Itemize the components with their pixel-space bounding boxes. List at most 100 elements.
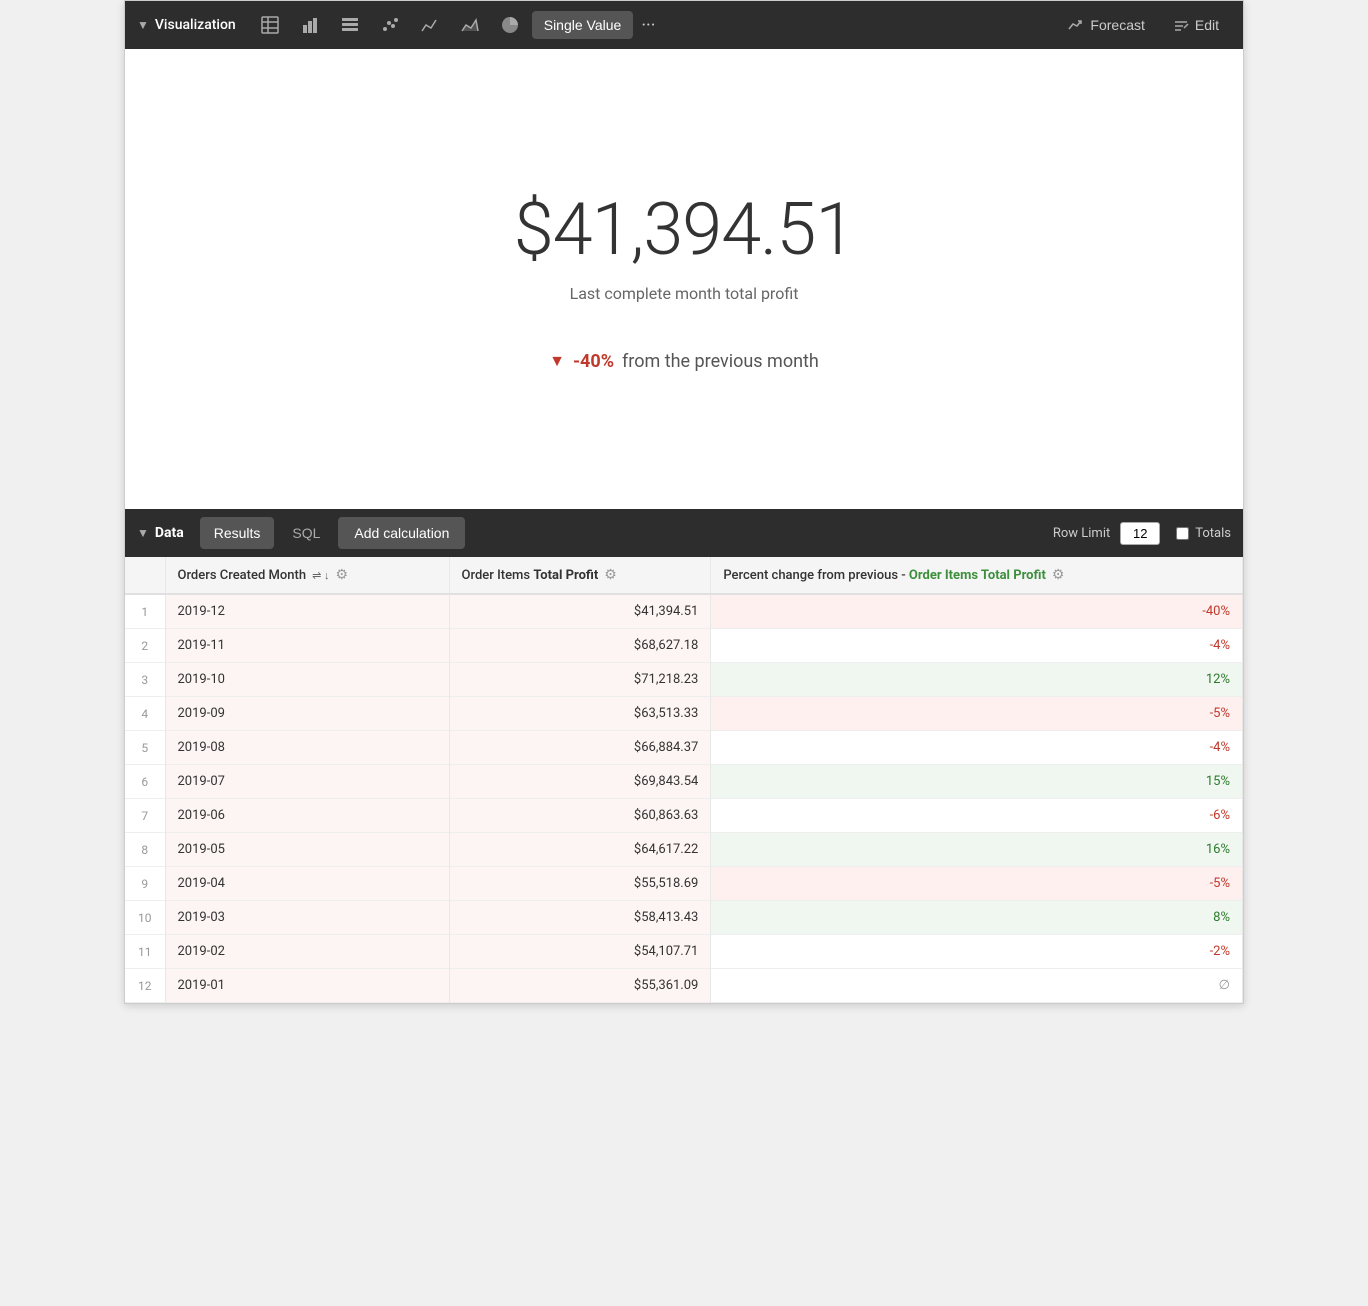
row-number-cell: 5 [125, 731, 165, 765]
row-number-cell: 2 [125, 629, 165, 663]
forecast-button[interactable]: Forecast [1056, 11, 1156, 39]
row-limit-input[interactable] [1120, 522, 1160, 545]
area-chart-button[interactable] [452, 9, 488, 41]
row-number-cell: 11 [125, 935, 165, 969]
viz-toolbar: ▼ Visualization [125, 1, 1243, 49]
profit-cell: $55,518.69 [449, 867, 711, 901]
profit-cell: $68,627.18 [449, 629, 711, 663]
row-number-cell: 10 [125, 901, 165, 935]
table-row: 122019-01$55,361.09∅ [125, 969, 1243, 1003]
pct-cell: -2% [711, 935, 1243, 969]
data-table: Orders Created Month ⇌ ↓ ⚙ Order Items T… [125, 557, 1243, 1003]
table-row: 22019-11$68,627.18-4% [125, 629, 1243, 663]
table-row: 82019-05$64,617.2216% [125, 833, 1243, 867]
month-cell: 2019-12 [165, 594, 449, 629]
totals-checkbox[interactable] [1176, 527, 1189, 540]
pct-cell: -40% [711, 594, 1243, 629]
single-value-button[interactable]: Single Value [532, 11, 634, 39]
table-body: 12019-12$41,394.51-40%22019-11$68,627.18… [125, 594, 1243, 1003]
profit-cell: $58,413.43 [449, 901, 711, 935]
bar-chart-button[interactable] [292, 9, 328, 41]
comparison-triangle: ▼ [549, 351, 565, 371]
profit-cell: $66,884.37 [449, 731, 711, 765]
data-section-title: ▼ Data [137, 525, 184, 541]
month-cell: 2019-11 [165, 629, 449, 663]
more-options-button[interactable]: ··· [637, 15, 659, 36]
profit-cell: $41,394.51 [449, 594, 711, 629]
row-number-cell: 8 [125, 833, 165, 867]
orders-created-month-header: Orders Created Month ⇌ ↓ ⚙ [165, 557, 449, 594]
month-cell: 2019-03 [165, 901, 449, 935]
profit-cell: $64,617.22 [449, 833, 711, 867]
column-settings-icon-3[interactable]: ⚙ [1052, 567, 1065, 583]
table-row: 112019-02$54,107.71-2% [125, 935, 1243, 969]
chevron-down-icon: ▼ [137, 18, 149, 32]
column-settings-icon-2[interactable]: ⚙ [604, 567, 617, 583]
profit-cell: $60,863.63 [449, 799, 711, 833]
visualization-area: $41,394.51 Last complete month total pro… [125, 49, 1243, 509]
line-chart-button[interactable] [412, 9, 448, 41]
profit-cell: $63,513.33 [449, 697, 711, 731]
visualization-title: ▼ Visualization [137, 17, 236, 33]
sql-tab[interactable]: SQL [278, 517, 334, 549]
table-row: 72019-06$60,863.63-6% [125, 799, 1243, 833]
comparison-text: from the previous month [622, 351, 819, 372]
add-calculation-button[interactable]: Add calculation [338, 517, 465, 549]
list-view-button[interactable] [332, 9, 368, 41]
row-number-cell: 3 [125, 663, 165, 697]
scatter-icon [380, 15, 400, 35]
totals-checkbox-label[interactable]: Totals [1176, 526, 1231, 541]
table-view-button[interactable] [252, 9, 288, 41]
row-number-cell: 7 [125, 799, 165, 833]
edit-button[interactable]: Edit [1161, 11, 1231, 39]
row-number-cell: 4 [125, 697, 165, 731]
sort-filter-icon[interactable]: ⇌ ↓ [312, 569, 329, 582]
app-container: ▼ Visualization [124, 0, 1244, 1004]
table-row: 12019-12$41,394.51-40% [125, 594, 1243, 629]
line-chart-icon [420, 15, 440, 35]
month-cell: 2019-05 [165, 833, 449, 867]
pct-cell: 16% [711, 833, 1243, 867]
pct-cell: -4% [711, 731, 1243, 765]
forecast-icon [1068, 17, 1084, 33]
pct-cell: ∅ [711, 969, 1243, 1003]
area-chart-icon [460, 15, 480, 35]
column-settings-icon-1[interactable]: ⚙ [336, 567, 349, 583]
row-number-cell: 6 [125, 765, 165, 799]
single-value-label: Single Value [544, 17, 622, 33]
table-row: 32019-10$71,218.2312% [125, 663, 1243, 697]
scatter-button[interactable] [372, 9, 408, 41]
table-header-row: Orders Created Month ⇌ ↓ ⚙ Order Items T… [125, 557, 1243, 594]
row-limit-label: Row Limit [1053, 526, 1110, 541]
profit-cell: $71,218.23 [449, 663, 711, 697]
pct-cell: 8% [711, 901, 1243, 935]
month-cell: 2019-08 [165, 731, 449, 765]
pie-chart-button[interactable] [492, 9, 528, 41]
profit-cell: $55,361.09 [449, 969, 711, 1003]
month-cell: 2019-02 [165, 935, 449, 969]
row-number-cell: 12 [125, 969, 165, 1003]
row-number-cell: 1 [125, 594, 165, 629]
month-cell: 2019-09 [165, 697, 449, 731]
table-row: 62019-07$69,843.5415% [125, 765, 1243, 799]
pct-change-header: Percent change from previous - Order Ite… [711, 557, 1243, 594]
data-table-container: Orders Created Month ⇌ ↓ ⚙ Order Items T… [125, 557, 1243, 1003]
month-cell: 2019-04 [165, 867, 449, 901]
pct-cell: -6% [711, 799, 1243, 833]
month-cell: 2019-10 [165, 663, 449, 697]
list-icon [340, 15, 360, 35]
pie-chart-icon [500, 15, 520, 35]
table-row: 102019-03$58,413.438% [125, 901, 1243, 935]
profit-cell: $54,107.71 [449, 935, 711, 969]
single-value-display: $41,394.51 [514, 187, 855, 272]
pct-cell: -4% [711, 629, 1243, 663]
month-cell: 2019-07 [165, 765, 449, 799]
profit-cell: $69,843.54 [449, 765, 711, 799]
table-row: 42019-09$63,513.33-5% [125, 697, 1243, 731]
results-tab[interactable]: Results [200, 517, 275, 549]
month-cell: 2019-06 [165, 799, 449, 833]
comparison-row: ▼ -40% from the previous month [549, 351, 819, 372]
total-profit-header: Order Items Total Profit ⚙ [449, 557, 711, 594]
row-number-header [125, 557, 165, 594]
data-chevron-icon: ▼ [137, 526, 149, 540]
